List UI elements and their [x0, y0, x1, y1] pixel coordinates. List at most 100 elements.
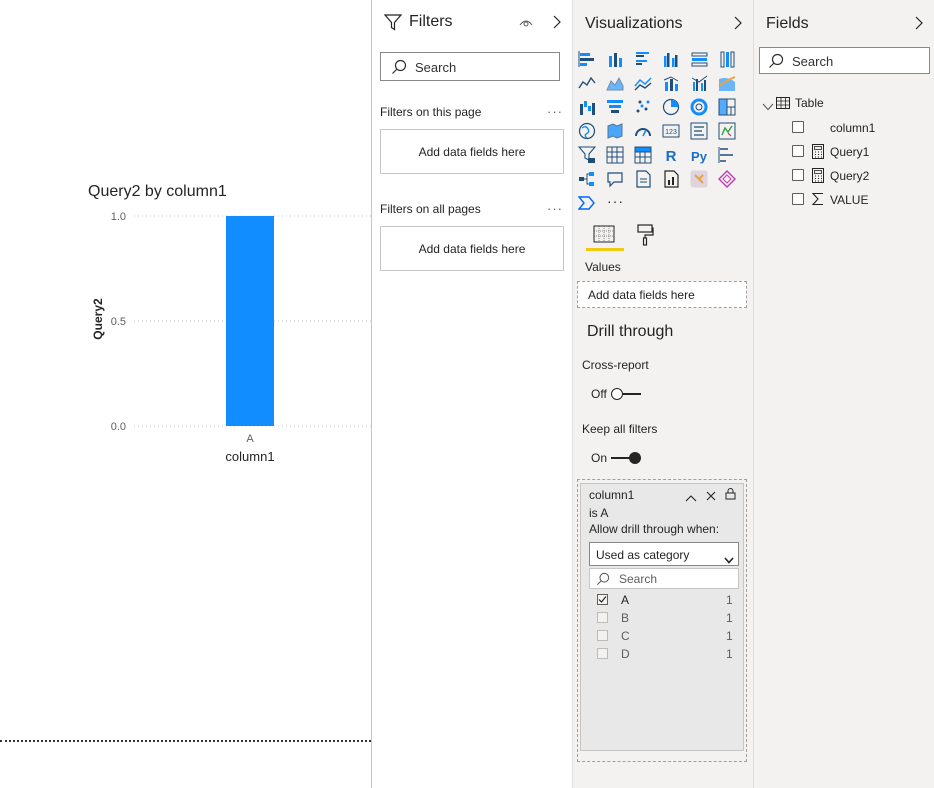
fields-search-input[interactable]: Search [759, 47, 930, 74]
pie-chart-icon[interactable] [662, 98, 680, 116]
gauge-icon[interactable] [634, 122, 652, 140]
qa-icon[interactable] [606, 170, 624, 188]
matrix-icon[interactable] [634, 146, 652, 164]
calculator-icon [812, 144, 824, 164]
line-column-icon[interactable] [662, 74, 680, 92]
search-icon [391, 59, 407, 78]
report-canvas: Query2 by column1 1.0 0.5 0.0 A Query2 col… [0, 0, 371, 788]
r-visual-icon[interactable]: R [662, 146, 680, 165]
search-icon [596, 572, 610, 591]
more-visual-icon[interactable] [577, 194, 596, 212]
drill-condition: is A [589, 506, 609, 520]
checkbox[interactable] [792, 145, 804, 157]
drill-value-label: B [621, 611, 630, 625]
checkbox[interactable] [597, 648, 608, 659]
map-icon[interactable] [578, 122, 596, 140]
python-visual-icon[interactable]: Py [690, 146, 708, 164]
line-chart-icon[interactable] [578, 74, 596, 92]
funnel-icon[interactable] [606, 98, 624, 116]
key-influencers-icon[interactable] [718, 146, 736, 164]
cross-report-toggle[interactable] [611, 387, 643, 401]
ribbon-chart-icon[interactable] [718, 74, 736, 92]
table-node[interactable]: Table [760, 94, 930, 112]
treemap-icon[interactable] [718, 98, 736, 116]
multirow-card-icon[interactable] [690, 122, 708, 140]
collapse-card-chevron-icon[interactable] [685, 489, 697, 507]
table-icon [776, 96, 790, 114]
drill-search-input[interactable]: Search [589, 568, 739, 589]
filled-map-icon[interactable] [606, 122, 624, 140]
collapse-fields-chevron-icon[interactable] [914, 16, 924, 35]
drill-value-item[interactable]: B1 [589, 611, 739, 627]
card-icon[interactable]: 123 [662, 122, 680, 140]
stacked-column-icon[interactable] [606, 50, 624, 68]
drill-filter-card[interactable]: column1 is A Allow drill through when: U… [580, 483, 744, 751]
drill-value-item[interactable]: C1 [589, 629, 739, 645]
drill-value-item[interactable]: D1 [589, 647, 739, 663]
line-clustered-column-icon[interactable] [690, 74, 708, 92]
clustered-column-icon[interactable] [662, 50, 680, 68]
slicer-icon[interactable] [577, 146, 597, 164]
waterfall-icon[interactable] [578, 98, 596, 116]
more-options-icon[interactable]: ··· [547, 201, 563, 216]
decomposition-tree-icon[interactable] [578, 170, 596, 188]
canvas-page-boundary [0, 740, 371, 742]
more-options-icon[interactable]: ··· [547, 104, 563, 119]
stacked-bar-100-icon[interactable] [690, 50, 708, 68]
scatter-icon[interactable] [634, 98, 652, 116]
keep-all-filters-toggle[interactable] [611, 451, 643, 465]
y-axis-title: Query2 [91, 298, 105, 340]
lock-icon[interactable] [725, 487, 736, 505]
drill-usage-dropdown[interactable]: Used as category [589, 542, 739, 566]
kpi-icon[interactable] [718, 122, 736, 140]
bar-chart[interactable]: 1.0 0.5 0.0 A [0, 200, 371, 475]
field-label: column1 [830, 121, 876, 135]
power-automate-icon[interactable] [718, 170, 736, 188]
checkbox[interactable] [597, 594, 608, 605]
remove-filter-close-icon[interactable] [706, 488, 716, 506]
more-visuals-icon[interactable]: ··· [607, 193, 624, 209]
checkbox[interactable] [792, 193, 804, 205]
paginated-report-icon[interactable] [662, 170, 680, 188]
drill-value-label: C [621, 629, 630, 643]
clustered-bar-icon[interactable] [634, 50, 652, 68]
collapse-visualizations-chevron-icon[interactable] [733, 16, 743, 35]
values-dropzone[interactable]: Add data fields here [577, 281, 747, 308]
cross-report-state: Off [591, 387, 607, 401]
collapse-filters-chevron-icon[interactable] [552, 15, 562, 34]
stacked-bar-icon[interactable] [578, 50, 596, 68]
drill-value-item[interactable]: A1 [589, 593, 739, 609]
donut-chart-icon[interactable] [690, 98, 708, 116]
filters-title: Filters [409, 13, 453, 30]
area-chart-icon[interactable] [606, 74, 624, 92]
filters-this-page-dropzone[interactable]: Add data fields here [380, 129, 564, 174]
field-item[interactable]: Query1 [792, 144, 930, 162]
keep-all-filters-state: On [591, 451, 608, 465]
filter-funnel-icon [383, 14, 403, 36]
field-item[interactable]: column1 [792, 120, 930, 138]
power-apps-icon[interactable] [690, 170, 708, 188]
eye-icon[interactable] [519, 16, 533, 34]
drill-value-label: D [621, 647, 630, 661]
y-tick-label: 0.5 [111, 316, 126, 328]
checkbox[interactable] [597, 612, 608, 623]
drill-search-placeholder: Search [619, 572, 658, 586]
stacked-area-icon[interactable] [634, 74, 652, 92]
smart-narrative-icon[interactable] [634, 170, 652, 188]
search-placeholder: Search [792, 54, 834, 69]
fields-tab-icon[interactable] [593, 225, 615, 250]
sigma-icon [811, 192, 824, 211]
filters-all-pages-dropzone[interactable]: Add data fields here [380, 226, 564, 271]
filters-search-input[interactable]: Search [380, 52, 560, 81]
field-item[interactable]: Query2 [792, 168, 930, 186]
table-icon[interactable] [606, 146, 624, 164]
drill-value-count: 1 [726, 629, 733, 643]
bar[interactable] [226, 216, 274, 426]
field-item[interactable]: VALUE [792, 192, 930, 210]
checkbox[interactable] [792, 169, 804, 181]
format-paint-roller-icon[interactable] [636, 224, 654, 251]
checkbox[interactable] [792, 121, 804, 133]
stacked-column-100-icon[interactable] [718, 50, 736, 68]
cross-report-label: Cross-report [582, 358, 649, 372]
checkbox[interactable] [597, 630, 608, 641]
